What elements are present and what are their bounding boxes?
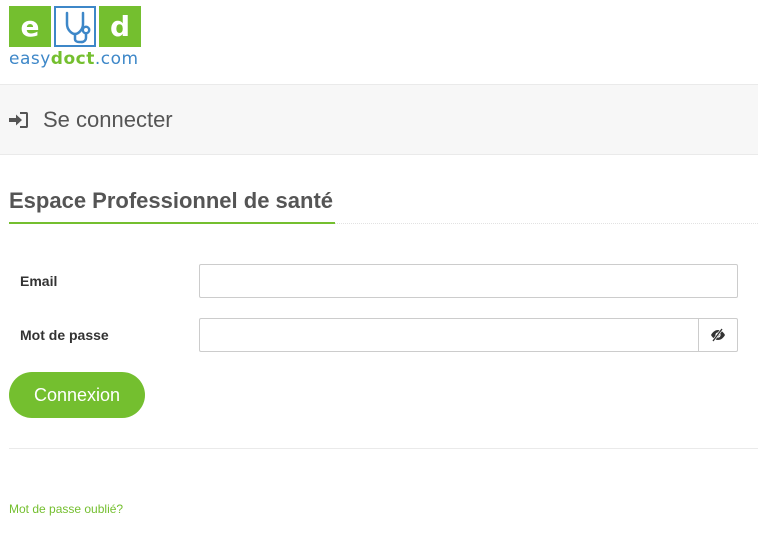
logo-tiles: e d xyxy=(9,6,141,47)
logo-text-easy: easy xyxy=(9,49,51,69)
eye-slash-icon xyxy=(711,328,725,342)
section-header: Espace Professionnel de santé xyxy=(9,186,758,224)
logo-tile-e: e xyxy=(9,6,51,47)
logo-tile-d: d xyxy=(99,6,141,47)
page-title: Se connecter xyxy=(43,106,173,132)
password-input-group xyxy=(199,318,738,352)
forgot-password-link[interactable]: Mot de passe oublié? xyxy=(9,502,123,516)
login-button[interactable]: Connexion xyxy=(9,372,145,418)
email-field[interactable] xyxy=(199,264,738,298)
logo-text-com: .com xyxy=(94,49,139,69)
signin-header: Se connecter xyxy=(0,84,758,155)
password-row: Mot de passe xyxy=(20,318,738,352)
section-title: Espace Professionnel de santé xyxy=(9,186,336,224)
password-field[interactable] xyxy=(199,318,698,352)
brand-logo[interactable]: e d easydoct.com xyxy=(9,6,141,70)
logo-text-doct: doct xyxy=(50,49,95,69)
divider xyxy=(9,448,758,449)
toggle-password-visibility-button[interactable] xyxy=(698,318,738,352)
email-row: Email xyxy=(20,264,738,298)
sign-in-icon xyxy=(9,111,28,128)
password-label: Mot de passe xyxy=(20,327,109,343)
stethoscope-icon xyxy=(54,6,96,47)
email-label: Email xyxy=(20,273,58,289)
logo-wordmark: easydoct.com xyxy=(9,49,141,69)
